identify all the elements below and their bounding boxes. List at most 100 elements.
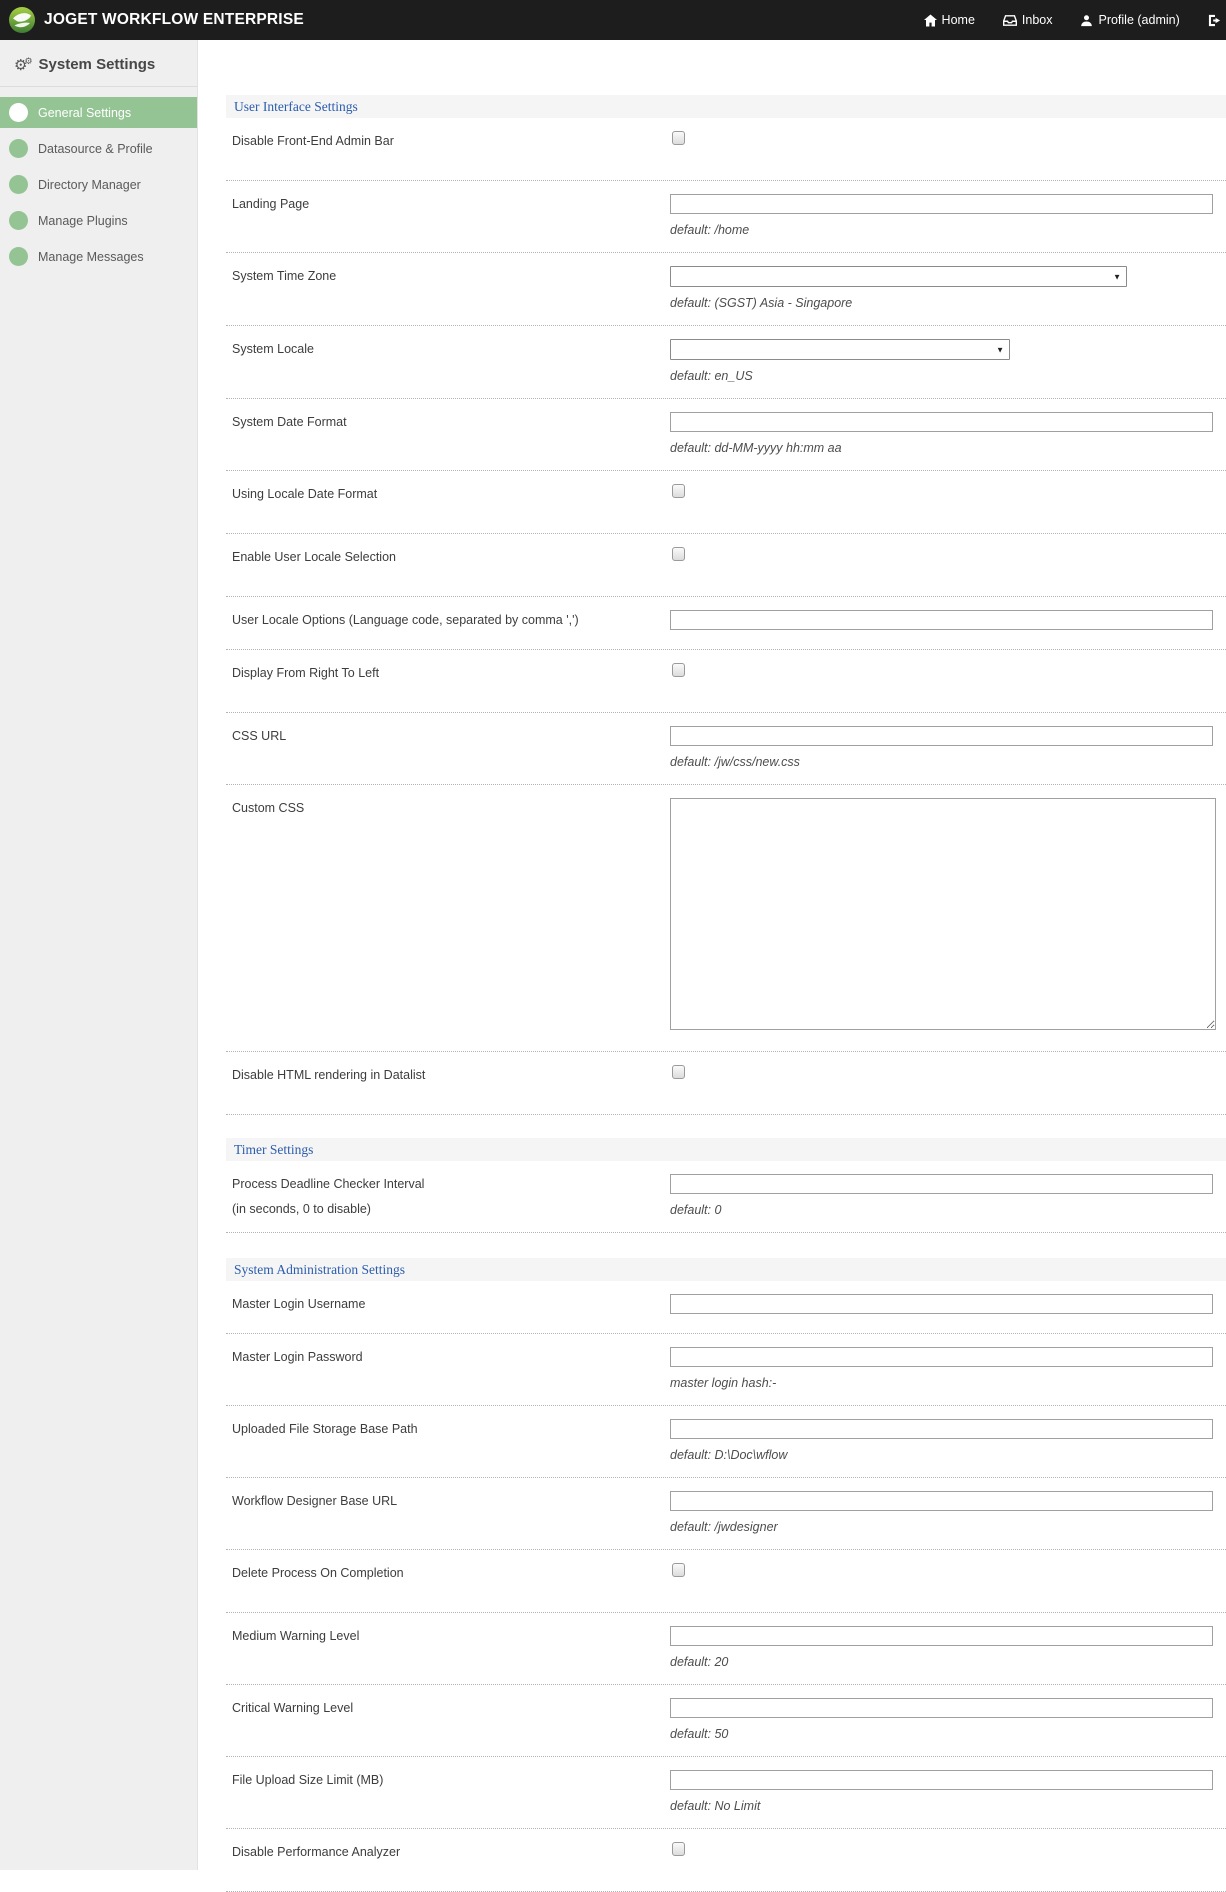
section-title: User Interface Settings xyxy=(226,95,1226,118)
field-hint: default: dd-MM-yyyy hh:mm aa xyxy=(670,441,1226,456)
section-title: Timer Settings xyxy=(226,1138,1226,1161)
bullet-circle-icon xyxy=(9,175,28,194)
enable-user-locale-selection-checkbox[interactable] xyxy=(672,547,685,561)
form-row: Uploaded File Storage Base Path default:… xyxy=(226,1406,1226,1478)
section-user-interface-settings: User Interface Settings Disable Front-En… xyxy=(226,95,1226,1115)
form-row: Master Login Password master login hash:… xyxy=(226,1334,1226,1406)
joget-logo-icon xyxy=(8,6,36,34)
system-date-format-input[interactable] xyxy=(670,412,1213,432)
sidebar-item-label: General Settings xyxy=(38,106,131,120)
field-label: Critical Warning Level xyxy=(226,1698,670,1742)
critical-warning-level-input[interactable] xyxy=(670,1698,1213,1718)
sidebar-item-datasource-profile[interactable]: Datasource & Profile xyxy=(0,133,197,164)
brand-title: JOGET WORKFLOW ENTERPRISE xyxy=(44,11,304,29)
field-label: Disable Performance Analyzer xyxy=(226,1842,670,1860)
medium-warning-level-input[interactable] xyxy=(670,1626,1213,1646)
form-row: System Date Format default: dd-MM-yyyy h… xyxy=(226,399,1226,471)
workflow-designer-base-url-input[interactable] xyxy=(670,1491,1213,1511)
field-hint: default: (SGST) Asia - Singapore xyxy=(670,296,1226,311)
sidebar-item-manage-plugins[interactable]: Manage Plugins xyxy=(0,205,197,236)
section-title: System Administration Settings xyxy=(226,1258,1226,1281)
bullet-circle-icon xyxy=(9,139,28,158)
master-login-username-input[interactable] xyxy=(670,1294,1213,1314)
sidebar-item-label: Directory Manager xyxy=(38,178,141,192)
field-label: Using Locale Date Format xyxy=(226,484,670,502)
field-label: User Locale Options (Language code, sepa… xyxy=(226,610,670,630)
system-locale-select[interactable] xyxy=(670,339,1010,360)
form-row: CSS URL default: /jw/css/new.css xyxy=(226,713,1226,785)
delete-process-on-completion-checkbox[interactable] xyxy=(672,1563,685,1577)
using-locale-date-format-checkbox[interactable] xyxy=(672,484,685,498)
form-row: Master Login Username xyxy=(226,1281,1226,1334)
field-hint: default: 0 xyxy=(670,1203,1226,1218)
sidebar-item-label: Manage Plugins xyxy=(38,214,128,228)
form-row: Disable Performance Analyzer xyxy=(226,1829,1226,1892)
custom-css-textarea[interactable] xyxy=(670,798,1216,1030)
bullet-circle-icon xyxy=(9,103,28,122)
disable-performance-analyzer-checkbox[interactable] xyxy=(672,1842,685,1856)
sidebar-item-label: Datasource & Profile xyxy=(38,142,153,156)
sidebar-header: ⚙⚙ System Settings xyxy=(0,40,197,87)
form-row: Medium Warning Level default: 20 xyxy=(226,1613,1226,1685)
field-hint: default: /jw/css/new.css xyxy=(670,755,1226,770)
field-label: Landing Page xyxy=(226,194,670,238)
form-row: Critical Warning Level default: 50 xyxy=(226,1685,1226,1757)
sidebar-nav: General Settings Datasource & Profile Di… xyxy=(0,97,197,272)
field-hint: default: 20 xyxy=(670,1655,1226,1670)
user-icon xyxy=(1080,14,1093,27)
inbox-icon xyxy=(1003,14,1017,27)
field-label: Disable Front-End Admin Bar xyxy=(226,131,670,149)
section-timer-settings: Timer Settings Process Deadline Checker … xyxy=(226,1138,1226,1233)
field-label: CSS URL xyxy=(226,726,670,770)
nav-profile-label: Profile (admin) xyxy=(1098,13,1179,27)
field-label: Process Deadline Checker Interval (in se… xyxy=(226,1174,670,1218)
field-label: Display From Right To Left xyxy=(226,663,670,681)
form-row: Display From Right To Left xyxy=(226,650,1226,713)
css-url-input[interactable] xyxy=(670,726,1213,746)
display-from-right-to-left-checkbox[interactable] xyxy=(672,663,685,677)
field-label: Enable User Locale Selection xyxy=(226,547,670,565)
form-row: Custom CSS xyxy=(226,785,1226,1052)
nav-inbox[interactable]: Inbox xyxy=(1003,13,1053,27)
sidebar-item-directory-manager[interactable]: Directory Manager xyxy=(0,169,197,200)
process-deadline-checker-interval-input[interactable] xyxy=(670,1174,1213,1194)
brand: JOGET WORKFLOW ENTERPRISE xyxy=(0,6,304,34)
form-row: User Locale Options (Language code, sepa… xyxy=(226,597,1226,650)
top-nav: Home Inbox Profile (admin) Logout xyxy=(924,0,1226,40)
field-label: File Upload Size Limit (MB) xyxy=(226,1770,670,1814)
nav-profile[interactable]: Profile (admin) xyxy=(1080,13,1179,27)
form-row: Workflow Designer Base URL default: /jwd… xyxy=(226,1478,1226,1550)
field-hint: default: No Limit xyxy=(670,1799,1226,1814)
gears-icon: ⚙⚙ xyxy=(14,57,33,73)
form-row: Disable HTML rendering in Datalist xyxy=(226,1052,1226,1115)
nav-inbox-label: Inbox xyxy=(1022,13,1053,27)
nav-home[interactable]: Home xyxy=(924,13,975,27)
field-label-line2: (in seconds, 0 to disable) xyxy=(232,1202,670,1217)
section-system-administration-settings: System Administration Settings Master Lo… xyxy=(226,1258,1226,1892)
sidebar-item-manage-messages[interactable]: Manage Messages xyxy=(0,241,197,272)
form-row: Using Locale Date Format xyxy=(226,471,1226,534)
field-label: Medium Warning Level xyxy=(226,1626,670,1670)
disable-html-rendering-in-datalist-checkbox[interactable] xyxy=(672,1065,685,1079)
home-icon xyxy=(924,14,937,27)
field-label: Workflow Designer Base URL xyxy=(226,1491,670,1535)
field-hint: default: /jwdesigner xyxy=(670,1520,1226,1535)
field-hint: master login hash:- xyxy=(670,1376,1226,1391)
form-row: System Locale ▼ default: en_US xyxy=(226,326,1226,399)
landing-page-input[interactable] xyxy=(670,194,1213,214)
field-label: System Date Format xyxy=(226,412,670,456)
master-login-password-input[interactable] xyxy=(670,1347,1213,1367)
user-locale-options-input[interactable] xyxy=(670,610,1213,630)
field-hint: default: en_US xyxy=(670,369,1226,384)
sidebar: ⚙⚙ System Settings General Settings Data… xyxy=(0,40,198,1870)
nav-logout[interactable]: Logout xyxy=(1208,13,1226,27)
bullet-circle-icon xyxy=(9,247,28,266)
sidebar-title: System Settings xyxy=(39,56,156,73)
uploaded-file-storage-base-path-input[interactable] xyxy=(670,1419,1213,1439)
file-upload-size-limit-input[interactable] xyxy=(670,1770,1213,1790)
sidebar-item-general-settings[interactable]: General Settings xyxy=(0,97,197,128)
system-time-zone-select[interactable] xyxy=(670,266,1127,287)
disable-front-end-admin-bar-checkbox[interactable] xyxy=(672,131,685,145)
form-row: System Time Zone ▼ default: (SGST) Asia … xyxy=(226,253,1226,326)
logout-icon xyxy=(1208,14,1221,27)
